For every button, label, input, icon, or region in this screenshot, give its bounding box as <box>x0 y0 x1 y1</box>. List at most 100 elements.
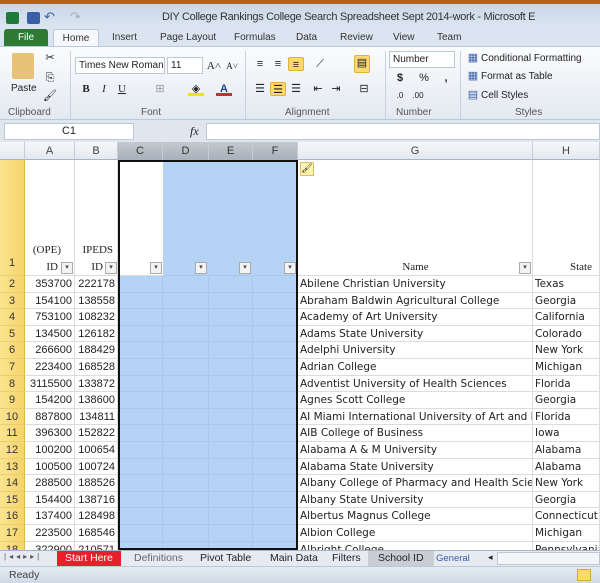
row-header[interactable]: 18 <box>0 541 25 550</box>
selected-cell[interactable] <box>253 325 298 343</box>
state-cell[interactable]: Colorado <box>533 325 600 343</box>
state-cell[interactable]: Georgia <box>533 392 600 409</box>
selected-cell[interactable] <box>209 525 253 542</box>
underline-button[interactable]: U <box>114 82 130 96</box>
tab-team[interactable]: Team <box>437 29 461 46</box>
selected-cell[interactable] <box>163 458 209 476</box>
ope-id-cell[interactable]: 100500 <box>25 458 75 476</box>
ipeds-id-cell[interactable]: 133872 <box>75 375 118 393</box>
orientation-icon[interactable]: ⟋ <box>312 57 328 71</box>
sheet-tab-general[interactable]: General <box>430 551 476 566</box>
selected-cell[interactable] <box>253 491 298 509</box>
format-as-table-button[interactable]: Format as Table <box>481 71 553 82</box>
selected-cell[interactable] <box>253 292 298 310</box>
selected-cell[interactable] <box>118 292 163 310</box>
selected-cell[interactable] <box>209 442 253 459</box>
ipeds-id-cell[interactable]: 100654 <box>75 442 118 459</box>
ope-id-cell[interactable]: 3115500 <box>25 375 75 393</box>
conditional-formatting-button[interactable]: Conditional Formatting <box>481 53 582 64</box>
filter-dropdown-icon[interactable]: ▾ <box>284 262 296 274</box>
ope-id-cell[interactable]: 753100 <box>25 309 75 326</box>
tab-review[interactable]: Review <box>340 29 373 46</box>
ope-id-cell[interactable]: 154100 <box>25 292 75 310</box>
selected-cell[interactable] <box>163 292 209 310</box>
name-cell[interactable]: AI Miami International University of Art… <box>298 408 533 426</box>
name-cell[interactable]: Alabama State University <box>298 458 533 476</box>
name-cell[interactable]: Albertus Magnus College <box>298 508 533 525</box>
selected-cell[interactable] <box>253 442 298 459</box>
tab-home[interactable]: Home <box>53 29 99 46</box>
shrink-font-icon[interactable]: A˅ <box>224 59 240 73</box>
font-name-select[interactable]: Times New Roman <box>75 57 165 74</box>
selected-cell[interactable] <box>118 541 163 550</box>
ipeds-id-cell[interactable]: 134811 <box>75 408 118 426</box>
ope-id-cell[interactable]: 887800 <box>25 408 75 426</box>
selected-cell[interactable] <box>209 458 253 476</box>
selected-cell[interactable] <box>118 342 163 359</box>
selected-cell[interactable] <box>253 359 298 376</box>
name-cell[interactable]: Abilene Christian University <box>298 276 533 293</box>
formula-input[interactable] <box>206 123 600 140</box>
selected-cell[interactable] <box>118 458 163 476</box>
state-cell[interactable]: California <box>533 309 600 326</box>
comma-button[interactable]: , <box>438 71 454 85</box>
name-cell[interactable]: Academy of Art University <box>298 309 533 326</box>
number-format-select[interactable]: Number <box>389 51 455 68</box>
selected-cell[interactable] <box>209 276 253 293</box>
column-header-b[interactable]: B <box>75 142 118 160</box>
selected-cell[interactable] <box>253 276 298 293</box>
name-cell[interactable]: Adelphi University <box>298 342 533 359</box>
font-color-icon[interactable]: A <box>216 82 232 96</box>
sheet-tab-pivot-table[interactable]: Pivot Table <box>190 551 261 566</box>
selected-cell[interactable] <box>209 342 253 359</box>
row-header[interactable]: 12 <box>0 442 25 459</box>
tab-insert[interactable]: Insert <box>112 29 137 46</box>
ipeds-id-cell[interactable]: 188526 <box>75 475 118 492</box>
normal-view-icon[interactable] <box>577 569 591 581</box>
ope-id-cell[interactable]: 134500 <box>25 325 75 343</box>
selected-cell[interactable] <box>209 508 253 525</box>
ope-id-cell[interactable]: 288500 <box>25 475 75 492</box>
state-cell[interactable]: New York <box>533 475 600 492</box>
selected-cell[interactable] <box>163 442 209 459</box>
cell-styles-button[interactable]: Cell Styles <box>481 90 528 101</box>
header-cell-h[interactable] <box>533 160 600 276</box>
header-cell-g[interactable] <box>298 160 533 276</box>
selected-cell[interactable] <box>118 475 163 492</box>
format-table-icon[interactable]: ▦ <box>465 69 481 83</box>
selected-cell[interactable] <box>209 475 253 492</box>
selected-cell[interactable] <box>209 325 253 343</box>
align-right-icon[interactable]: ☰ <box>288 82 304 96</box>
font-size-select[interactable]: 11 <box>167 57 203 74</box>
state-cell[interactable]: Texas <box>533 276 600 293</box>
tab-view[interactable]: View <box>393 29 415 46</box>
selected-cell[interactable] <box>118 375 163 393</box>
sheet-tab-filters[interactable]: Filters <box>322 551 371 566</box>
ope-id-cell[interactable]: 266600 <box>25 342 75 359</box>
selected-cell[interactable] <box>163 525 209 542</box>
selected-cell[interactable] <box>209 425 253 442</box>
copy-icon[interactable]: ⎘ <box>42 71 58 85</box>
align-left-icon[interactable]: ☰ <box>252 82 268 96</box>
selected-cell[interactable] <box>163 475 209 492</box>
row-header[interactable]: 7 <box>0 359 25 376</box>
tab-file[interactable]: File <box>4 29 48 46</box>
tab-page-layout[interactable]: Page Layout <box>160 29 216 46</box>
redo-icon[interactable]: ↷ <box>70 9 81 25</box>
state-cell[interactable]: Michigan <box>533 359 600 376</box>
selected-cell[interactable] <box>118 425 163 442</box>
selected-cell[interactable] <box>209 375 253 393</box>
column-header-c[interactable]: C <box>118 142 163 160</box>
row-header[interactable]: 14 <box>0 475 25 492</box>
spreadsheet-grid[interactable]: A B C D E F G H 1 (OPE) ID IPEDS ID Name State ▾ ▾ ▾ ▾ ▾ ▾ ▾ 2… <box>0 142 600 550</box>
selected-cell[interactable] <box>253 458 298 476</box>
column-header-e[interactable]: E <box>209 142 253 160</box>
filter-dropdown-icon[interactable]: ▾ <box>105 262 117 274</box>
selected-cell[interactable] <box>118 276 163 293</box>
row-header[interactable]: 17 <box>0 525 25 542</box>
grow-font-icon[interactable]: A˄ <box>206 59 222 73</box>
selected-cell[interactable] <box>209 292 253 310</box>
name-cell[interactable]: Albany State University <box>298 491 533 509</box>
name-cell[interactable]: Agnes Scott College <box>298 392 533 409</box>
align-middle-icon[interactable]: ≡ <box>270 57 286 71</box>
